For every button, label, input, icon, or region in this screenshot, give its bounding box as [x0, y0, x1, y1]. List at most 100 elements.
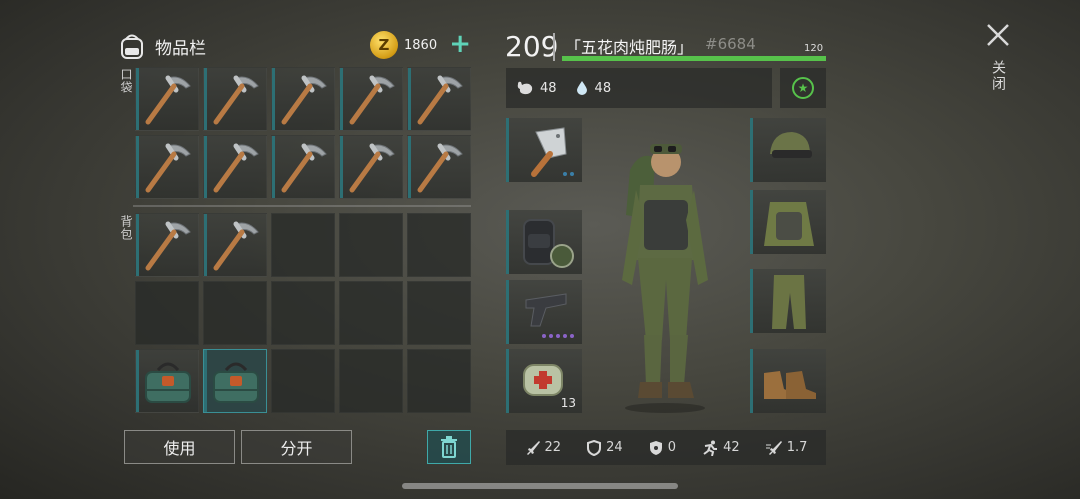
feet-slot[interactable] — [750, 349, 826, 413]
thirst-stat: 48 — [575, 80, 612, 96]
rarity-dot — [542, 334, 546, 338]
armor-stat: 24 — [586, 439, 623, 456]
shield-icon — [587, 439, 602, 456]
attack-speed-stat: 1.7 — [765, 440, 808, 456]
backpack-slot[interactable] — [271, 349, 335, 413]
backpack-slot[interactable] — [407, 213, 471, 277]
close-icon[interactable] — [985, 22, 1011, 48]
radiation-stat: 0 — [648, 440, 676, 456]
pickaxe-icon — [349, 75, 395, 125]
backpack-slot[interactable] — [203, 349, 267, 413]
split-button[interactable]: 分开 — [241, 430, 352, 464]
pickaxe-icon — [145, 143, 191, 193]
consumable-slot[interactable]: 13 — [506, 349, 582, 413]
weapon-ranged-slot[interactable] — [506, 280, 582, 344]
pocket-slot[interactable] — [339, 67, 403, 131]
coin-balance: Z 1860 + — [370, 30, 471, 60]
xp-bar-fill — [562, 56, 826, 61]
backpack-slot[interactable] — [339, 213, 403, 277]
attack-speed-value: 1.7 — [786, 440, 808, 455]
pocket-slot[interactable] — [135, 67, 199, 131]
inventory-header: 物品栏 — [117, 30, 206, 62]
hunger-stat: 48 — [516, 80, 557, 96]
rarity-dot — [549, 334, 553, 338]
supply-box-icon — [213, 362, 259, 403]
pickaxe-icon — [281, 143, 327, 193]
backpack-slot[interactable] — [271, 281, 335, 345]
pocket-slot[interactable] — [271, 67, 335, 131]
pocket-slot[interactable] — [135, 135, 199, 199]
combat-stats-bar: 22 24 0 42 1.7 — [506, 430, 826, 465]
xp-bar — [562, 56, 826, 61]
thirst-value: 48 — [594, 80, 612, 96]
trash-icon — [441, 436, 457, 458]
backpack-slot[interactable] — [135, 281, 199, 345]
backpack-icon — [523, 219, 574, 268]
legs-slot[interactable] — [750, 269, 826, 333]
stomach-icon — [517, 81, 533, 95]
backpack-slot[interactable] — [339, 349, 403, 413]
level-separator — [553, 33, 555, 61]
pickaxe-icon — [349, 143, 395, 193]
inventory-title: 物品栏 — [155, 38, 206, 59]
running-icon — [703, 440, 718, 456]
coin-amount: 1860 — [404, 37, 438, 53]
section-divider — [133, 205, 471, 207]
add-coins-button[interactable]: + — [449, 31, 471, 57]
character-avatar — [622, 144, 708, 413]
backpack-slot[interactable] — [135, 213, 199, 277]
backpack-label: 背包 — [119, 215, 133, 241]
helmet-goggles-icon — [770, 132, 812, 158]
backpack-slot[interactable] — [506, 210, 582, 274]
rarity-dot — [570, 334, 574, 338]
backpack-slot[interactable] — [135, 349, 199, 413]
backpack-icon — [117, 31, 147, 61]
pickaxe-icon — [145, 75, 191, 125]
swift-sword-icon — [765, 440, 782, 455]
backpack-slot[interactable] — [339, 281, 403, 345]
pocket-slot[interactable] — [203, 67, 267, 131]
radiation-shield-icon — [649, 440, 662, 455]
damage-value: 22 — [544, 440, 562, 455]
pocket-slot[interactable] — [203, 135, 267, 199]
pickaxe-icon — [281, 75, 327, 125]
player-name: 「五花肉炖肥肠」 — [565, 38, 694, 57]
backpack-slot[interactable] — [203, 213, 267, 277]
pants-icon — [772, 275, 806, 329]
head-slot[interactable] — [750, 118, 826, 182]
pocket-slot[interactable] — [407, 135, 471, 199]
hunger-value: 48 — [540, 80, 557, 96]
rarity-dot — [563, 172, 567, 176]
xp-max: 120 — [804, 43, 824, 54]
close-label[interactable]: 关闭 — [988, 60, 1008, 92]
backpack-slot[interactable] — [271, 213, 335, 277]
player-id: #6684 — [705, 35, 756, 53]
boots-icon — [764, 371, 816, 399]
favorite-button[interactable]: ★ — [780, 68, 826, 108]
body-slot[interactable] — [750, 190, 826, 254]
pocket-slot[interactable] — [271, 135, 335, 199]
vest-icon — [764, 202, 814, 246]
backpack-slot[interactable] — [203, 281, 267, 345]
pickaxe-icon — [213, 143, 259, 193]
pickaxe-icon — [417, 143, 463, 193]
pocket-slot[interactable] — [407, 67, 471, 131]
pickaxe-icon — [145, 221, 191, 271]
armor-value: 24 — [606, 440, 623, 455]
rarity-dots — [563, 172, 574, 176]
weapon-melee-slot[interactable] — [506, 118, 582, 182]
trash-button[interactable] — [427, 430, 471, 464]
coin-icon: Z — [370, 31, 398, 59]
rarity-dot — [563, 334, 567, 338]
rarity-dots — [542, 334, 574, 338]
home-indicator[interactable] — [402, 483, 678, 489]
survival-stats: 48 48 — [506, 68, 772, 108]
backpack-slot[interactable] — [407, 281, 471, 345]
pickaxe-icon — [417, 75, 463, 125]
star-icon: ★ — [792, 77, 814, 99]
speed-value: 42 — [723, 440, 740, 455]
pocket-slot[interactable] — [339, 135, 403, 199]
water-drop-icon — [576, 81, 587, 95]
backpack-slot[interactable] — [407, 349, 471, 413]
use-button[interactable]: 使用 — [124, 430, 235, 464]
